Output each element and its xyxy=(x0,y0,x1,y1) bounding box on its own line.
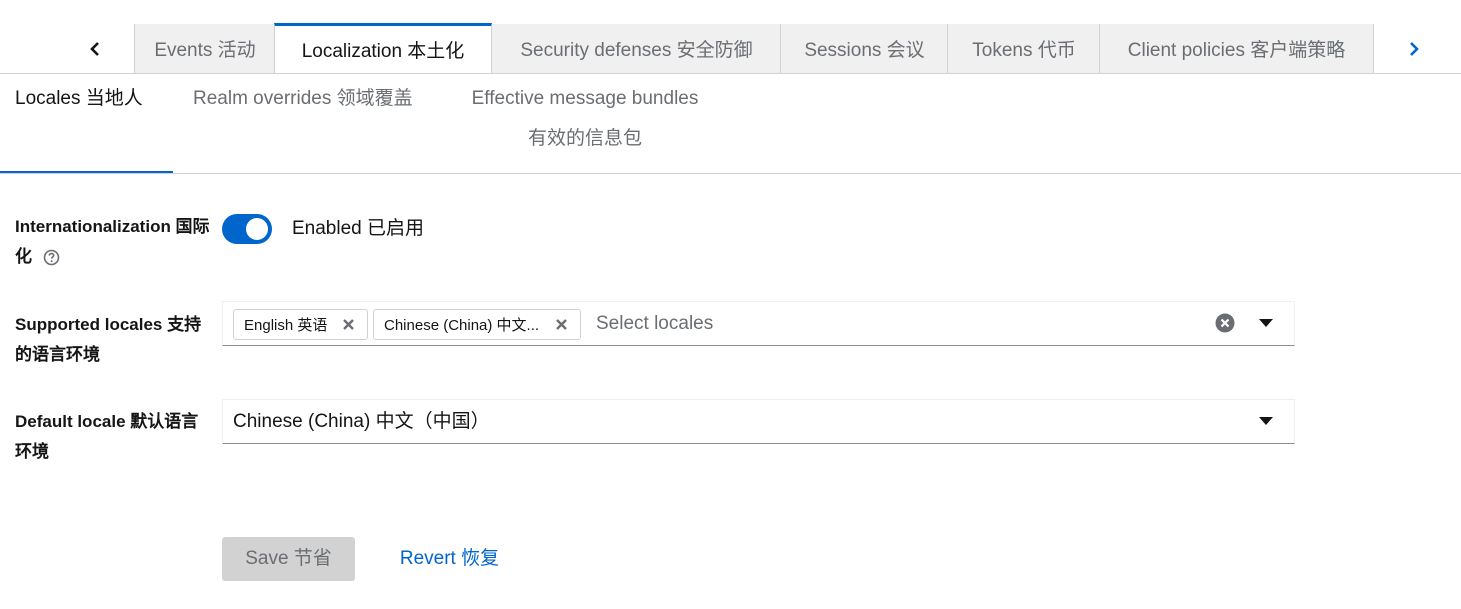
tab-sessions-label: Sessions 会议 xyxy=(804,40,925,61)
tab-tokens[interactable]: Tokens 代币 xyxy=(947,24,1100,73)
tab-client-policies-label: Client policies 客户端策略 xyxy=(1127,40,1346,61)
save-button[interactable]: Save 节省 xyxy=(222,537,355,581)
subtab-realm-overrides-label: Realm overrides 领域覆盖 xyxy=(193,88,413,109)
tab-sessions[interactable]: Sessions 会议 xyxy=(780,24,948,73)
default-locale-label: Default locale 默认语言环境 xyxy=(15,412,199,461)
supported-locales-placeholder[interactable]: Select locales xyxy=(596,302,713,345)
chevron-left-icon xyxy=(90,41,99,56)
chip-chinese-china-label: Chinese (China) 中文... xyxy=(384,317,540,334)
subtab-realm-overrides[interactable]: Realm overrides 领域覆盖 xyxy=(193,79,413,119)
chevron-right-icon xyxy=(1410,41,1419,56)
subtab-locales[interactable]: Locales 当地人 xyxy=(15,79,143,119)
internationalization-toggle-label: Enabled 已启用 xyxy=(292,218,425,239)
close-icon[interactable] xyxy=(342,318,355,331)
internationalization-toggle[interactable] xyxy=(222,214,272,244)
close-icon[interactable] xyxy=(555,318,568,331)
subtab-effective-message-bundles[interactable]: Effective message bundles 有效的信息包 xyxy=(464,79,706,159)
default-locale-select[interactable]: Chinese (China) 中文（中国） xyxy=(222,399,1295,444)
toggle-knob xyxy=(246,218,268,240)
scroll-tabs-right-button[interactable] xyxy=(1394,24,1434,73)
supported-locales-select[interactable]: English 英语 Chinese (China) 中文... Select … xyxy=(222,301,1295,346)
tab-security-defenses[interactable]: Security defenses 安全防御 xyxy=(491,24,781,73)
chip-english-label: English 英语 xyxy=(244,317,328,334)
caret-down-icon[interactable] xyxy=(1259,319,1273,328)
sub-tab-divider xyxy=(0,173,1461,174)
scroll-tabs-left-button[interactable] xyxy=(75,24,115,73)
default-locale-value: Chinese (China) 中文（中国） xyxy=(233,411,490,432)
help-circle-icon[interactable] xyxy=(43,249,60,266)
tab-events-label: Events 活动 xyxy=(154,40,256,61)
tab-localization-label: Localization 本土化 xyxy=(301,41,465,62)
subtab-effective-message-bundles-label: Effective message bundles xyxy=(471,88,699,109)
tab-client-policies[interactable]: Client policies 客户端策略 xyxy=(1099,24,1374,73)
tab-tokens-label: Tokens 代币 xyxy=(972,40,1076,61)
subtab-locales-label: Locales 当地人 xyxy=(15,88,143,109)
tab-events[interactable]: Events 活动 xyxy=(134,24,275,73)
internationalization-label: Internationalization 国际化 xyxy=(15,212,210,272)
sub-tab-bar: Locales 当地人 Realm overrides 领域覆盖 Effecti… xyxy=(0,74,1461,174)
subtab-effective-message-bundles-label-cn: 有效的信息包 xyxy=(527,128,642,149)
clear-circle-icon[interactable] xyxy=(1215,313,1235,333)
revert-button[interactable]: Revert 恢复 xyxy=(382,537,517,581)
chip-chinese-china: Chinese (China) 中文... xyxy=(373,309,581,340)
top-tab-bar: Events 活动 Localization 本土化 Security defe… xyxy=(0,0,1461,74)
tab-security-defenses-label: Security defenses 安全防御 xyxy=(520,40,753,61)
tab-localization[interactable]: Localization 本土化 xyxy=(274,23,492,73)
chip-english: English 英语 xyxy=(233,309,368,340)
supported-locales-label: Supported locales 支持的语言环境 xyxy=(15,315,202,364)
caret-down-icon[interactable] xyxy=(1259,417,1273,426)
